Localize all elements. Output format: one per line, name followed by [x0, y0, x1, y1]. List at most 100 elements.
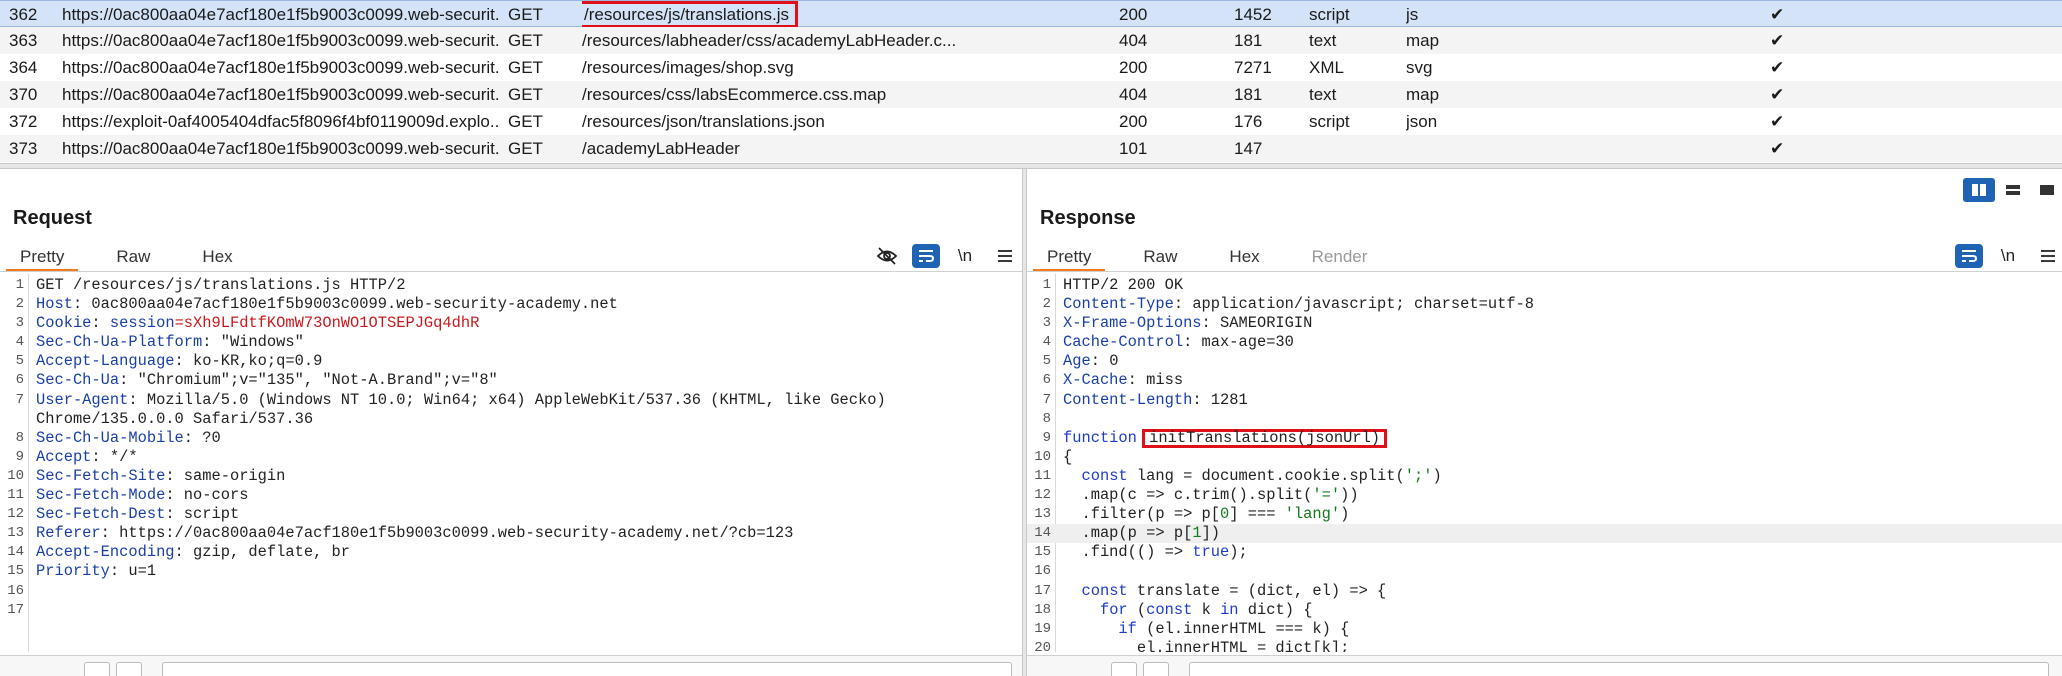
- code-token: : no-cors: [165, 486, 249, 505]
- code-line: 2 Host: 0ac800aa04e7acf180e1f5b9003c0099.…: [0, 295, 1022, 314]
- line-number: 15: [7, 563, 24, 580]
- code-token: : */*: [91, 447, 138, 466]
- code-token: : ?0: [183, 428, 221, 447]
- single-pane-icon[interactable]: [2031, 178, 2062, 202]
- response-tab-raw[interactable]: Raw: [1129, 244, 1191, 272]
- request-search-prev-button[interactable]: [116, 662, 142, 676]
- code-token: Cache-Control: [1063, 333, 1184, 352]
- newline-toggle[interactable]: \n: [950, 243, 980, 269]
- code-token: '=': [1312, 486, 1341, 505]
- highlighted-function-name: initTranslations(jsonUrl): [1142, 428, 1388, 448]
- code-line: 20 el.innerHTML = dict[k];: [1027, 639, 2062, 652]
- line-number: 6: [15, 372, 24, 389]
- code-token: Age: [1063, 352, 1091, 371]
- line-content: Cache-Control: max-age=30: [1063, 333, 1294, 352]
- code-line: 14 .map(p => p[1]): [1027, 524, 2062, 544]
- table-row[interactable]: 373 https://0ac800aa04e7acf180e1f5b9003c0…: [0, 135, 2062, 162]
- line-content: Content-Length: 1281: [1063, 391, 1248, 410]
- code-token: Priority: [36, 562, 110, 581]
- request-tab-pretty[interactable]: Pretty: [6, 244, 79, 272]
- code-line: 19 if (el.innerHTML === k) {: [1027, 620, 2062, 639]
- split-horizontal-icon[interactable]: [1997, 178, 2029, 202]
- code-token: )): [1340, 486, 1359, 505]
- request-search-settings-button[interactable]: [84, 662, 110, 676]
- line-number: 2: [15, 296, 24, 313]
- row-status: 200: [1119, 58, 1148, 77]
- table-row[interactable]: 372 https://exploit-0af4005404dfac5f8096f…: [0, 108, 2062, 135]
- line-content: if (el.innerHTML === k) {: [1063, 620, 1349, 639]
- table-row[interactable]: 363 https://0ac800aa04e7acf180e1f5b9003c0…: [0, 27, 2062, 54]
- response-search-input[interactable]: [1189, 662, 2049, 676]
- wrap-icon[interactable]: [1955, 244, 1983, 268]
- line-content: Sec-Fetch-Dest: script: [36, 505, 239, 524]
- request-search-input[interactable]: [162, 662, 1012, 676]
- response-editor[interactable]: 1 HTTP/2 200 OK 2 Content-Type: application…: [1027, 274, 2062, 652]
- table-row[interactable]: 364 https://0ac800aa04e7acf180e1f5b9003c0…: [0, 54, 2062, 81]
- code-token: const: [1081, 581, 1128, 600]
- line-content: Sec-Fetch-Site: same-origin: [36, 467, 285, 486]
- line-content: .filter(p => p[0] === 'lang'): [1063, 505, 1349, 524]
- row-length: 147: [1234, 139, 1263, 158]
- code-token: X-Frame-Options: [1063, 314, 1202, 333]
- line-number: 12: [7, 506, 24, 523]
- line-content: HTTP/2 200 OK: [1063, 276, 1183, 295]
- request-title: Request: [13, 207, 92, 229]
- line-number: 13: [1034, 506, 1051, 523]
- code-line: 4 Cache-Control: max-age=30: [1027, 333, 2062, 352]
- line-content: Accept-Language: ko-KR,ko;q=0.9: [36, 352, 322, 371]
- code-line: 6 X-Cache: miss: [1027, 371, 2062, 390]
- line-content: Host: 0ac800aa04e7acf180e1f5b9003c0099.w…: [36, 295, 618, 314]
- row-mime-type: script: [1309, 112, 1350, 131]
- line-content: for (const k in dict) {: [1063, 601, 1312, 620]
- response-tab-hex[interactable]: Hex: [1215, 244, 1273, 272]
- response-tab-pretty[interactable]: Pretty: [1033, 244, 1106, 272]
- line-number: 12: [1034, 487, 1051, 504]
- code-token: Sec-Ch-Ua-Platform: [36, 333, 203, 352]
- row-host: https://0ac800aa04e7acf180e1f5b9003c0099…: [62, 58, 499, 77]
- response-tab-render[interactable]: Render: [1298, 244, 1382, 272]
- row-number: 370: [9, 85, 38, 104]
- line-content: Sec-Ch-Ua-Mobile: ?0: [36, 429, 221, 448]
- code-token: (: [1127, 600, 1147, 619]
- hamburger-icon[interactable]: [2033, 243, 2062, 269]
- request-editor[interactable]: 1 GET /resources/js/translations.js HTTP/…: [0, 274, 1022, 652]
- line-content: Chrome/135.0.0.0 Safari/537.36: [36, 410, 313, 429]
- row-url: /resources/js/translations.js: [582, 1, 962, 28]
- code-line: 7 Content-Length: 1281: [1027, 391, 2062, 410]
- line-number: 14: [1034, 525, 1051, 542]
- row-url: /resources/images/shop.svg: [582, 58, 794, 77]
- newline-toggle[interactable]: \n: [1993, 243, 2023, 269]
- code-line: 2 Content-Type: application/javascript; c…: [1027, 295, 2062, 314]
- split-vertical-icon[interactable]: [1963, 178, 1995, 202]
- response-search-prev-button[interactable]: [1143, 662, 1169, 676]
- line-content: X-Cache: miss: [1063, 371, 1183, 390]
- line-content: .map(c => c.trim().split('=')): [1063, 486, 1359, 505]
- line-number: 5: [1042, 353, 1051, 370]
- code-token: 'lang': [1284, 505, 1341, 524]
- code-token: Referer: [36, 524, 101, 543]
- line-number: 17: [1034, 582, 1051, 599]
- response-search-settings-button[interactable]: [1111, 662, 1137, 676]
- table-row[interactable]: 370 https://0ac800aa04e7acf180e1f5b9003c0…: [0, 81, 2062, 108]
- code-token: : Mozilla/5.0 (Windows NT 10.0; Win64; x…: [128, 390, 886, 409]
- eye-slash-icon[interactable]: [872, 243, 902, 269]
- row-method: GET: [508, 85, 543, 104]
- row-method: GET: [508, 5, 543, 24]
- request-tab-raw[interactable]: Raw: [102, 244, 164, 272]
- table-row[interactable]: 362 https://0ac800aa04e7acf180e1f5b9003c0…: [0, 0, 2062, 28]
- line-content: Content-Type: application/javascript; ch…: [1063, 295, 1534, 314]
- code-token: true: [1192, 543, 1230, 562]
- code-line: 13 Referer: https://0ac800aa04e7acf180e1f…: [0, 524, 1022, 543]
- code-line: 16: [0, 582, 1022, 601]
- response-lines: 1 HTTP/2 200 OK 2 Content-Type: application…: [1027, 276, 2062, 652]
- request-tab-hex[interactable]: Hex: [188, 244, 246, 272]
- code-token: : script: [165, 505, 240, 524]
- row-number: 363: [9, 31, 38, 50]
- wrap-icon[interactable]: [912, 244, 940, 268]
- request-lines: 1 GET /resources/js/translations.js HTTP/…: [0, 276, 1022, 620]
- hamburger-icon[interactable]: [990, 243, 1020, 269]
- line-content: Sec-Fetch-Mode: no-cors: [36, 486, 248, 505]
- line-number: 9: [1042, 429, 1051, 446]
